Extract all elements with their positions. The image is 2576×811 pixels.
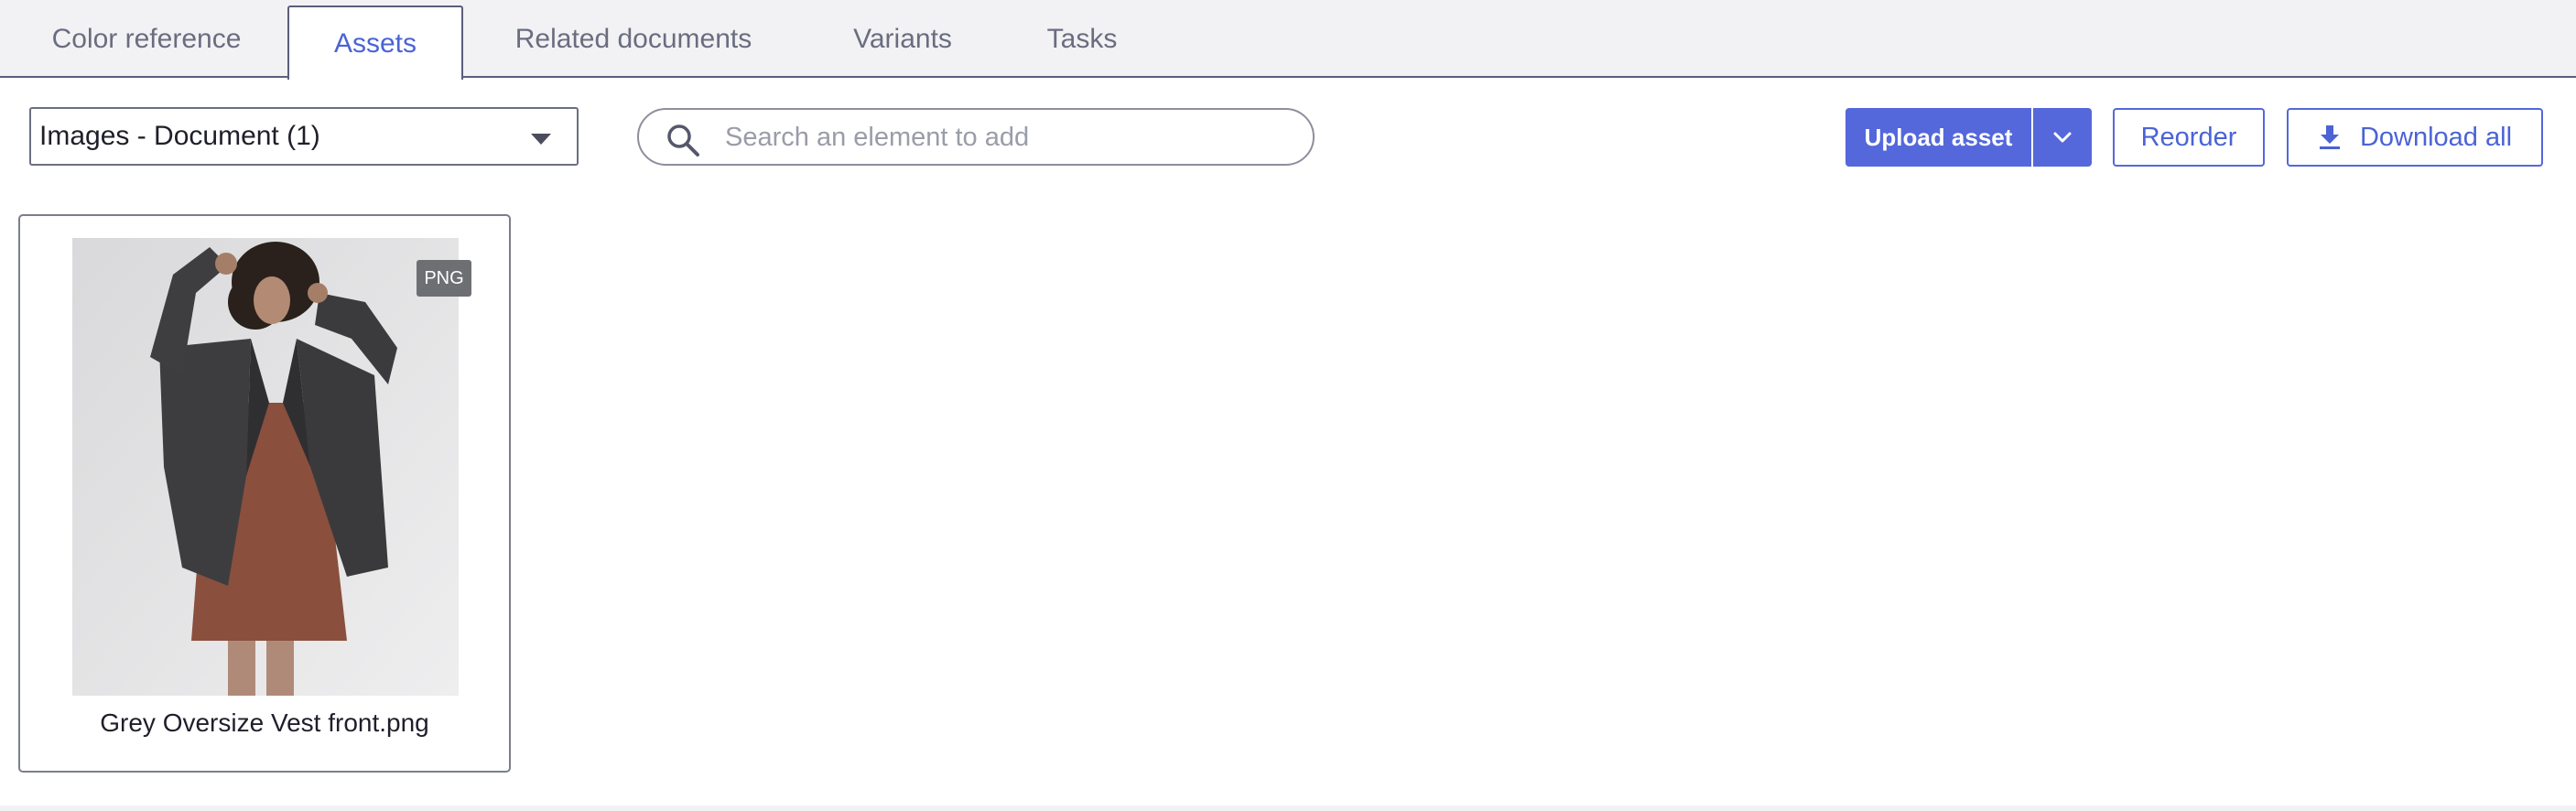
tab-bar: Color reference Assets Related documents… (0, 0, 2576, 80)
asset-file-name: Grey Oversize Vest front.png (100, 708, 429, 737)
upload-options-button[interactable] (2033, 108, 2092, 167)
caret-down-icon (531, 134, 551, 145)
download-icon (2319, 125, 2340, 149)
asset-filter-select[interactable]: Images - Document (1) (29, 107, 579, 166)
tab-variants[interactable]: Variants (847, 0, 958, 78)
tab-assets[interactable]: Assets (287, 5, 463, 80)
assets-page: Color reference Assets Related documents… (0, 0, 2576, 811)
file-type-badge: PNG (417, 260, 471, 297)
asset-filter-value: Images - Document (1) (39, 121, 320, 151)
asset-image (72, 238, 459, 696)
tab-related-documents[interactable]: Related documents (506, 0, 761, 78)
reorder-button[interactable]: Reorder (2113, 108, 2265, 167)
chevron-down-icon (2053, 132, 2072, 143)
asset-thumbnail (72, 238, 459, 696)
page-bottom-divider (0, 806, 2576, 811)
search-icon (667, 124, 699, 157)
tab-tasks[interactable]: Tasks (1044, 0, 1120, 78)
download-all-button[interactable]: Download all (2287, 108, 2543, 167)
upload-asset-button[interactable]: Upload asset (1845, 108, 2031, 167)
tab-color-reference[interactable]: Color reference (42, 0, 251, 78)
download-all-label: Download all (2359, 122, 2513, 152)
element-search-box[interactable] (637, 108, 1315, 166)
search-input[interactable] (725, 117, 1274, 157)
asset-card[interactable]: PNG Grey Oversize Vest front.png (18, 214, 511, 773)
